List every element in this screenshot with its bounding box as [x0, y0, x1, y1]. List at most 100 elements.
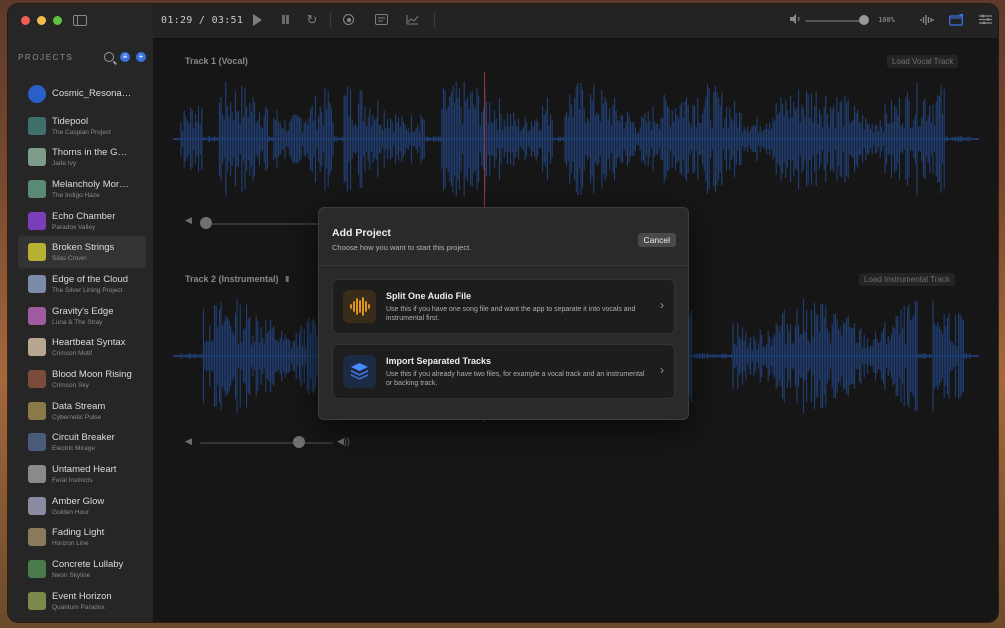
- chevron-right-icon: ›: [660, 298, 664, 312]
- project-item[interactable]: Concrete Lullaby Neon Skyline: [18, 553, 146, 585]
- project-item[interactable]: Data Stream Cybernetic Pulse: [18, 395, 146, 427]
- volume-slider-knob[interactable]: [859, 15, 869, 25]
- project-name: Circuit Breaker: [52, 432, 115, 444]
- option-description: Use this if you already have two files, …: [386, 371, 645, 387]
- project-artist: Luna & The Stray: [52, 318, 103, 326]
- app-window: PROJECTS ≡ + Cosmic_Resonan... Tidepool T…: [8, 4, 998, 622]
- project-item[interactable]: Amber Glow Golden Hour: [18, 490, 146, 522]
- project-artist: The Caspian Project: [52, 128, 111, 136]
- option-title: Split One Audio File: [386, 291, 472, 301]
- project-item[interactable]: High Tide: [18, 617, 146, 622]
- project-item[interactable]: Circuit Breaker Electric Mirage: [18, 427, 146, 459]
- project-item[interactable]: Blood Moon Rising Crimson Sky: [18, 363, 146, 395]
- folder-icon[interactable]: [949, 12, 964, 26]
- project-name: Amber Glow: [52, 495, 105, 507]
- project-artist: The Indigo Haze: [52, 191, 100, 199]
- project-thumbnail: [28, 306, 46, 325]
- project-item[interactable]: Gravity's Edge Luna & The Stray: [18, 300, 146, 332]
- sidebar-toggle-icon[interactable]: [73, 15, 87, 26]
- project-artist: Neon Skyline: [52, 572, 91, 580]
- search-icon[interactable]: [104, 52, 114, 62]
- project-name: Cosmic_Resonan...: [52, 88, 132, 100]
- project-thumbnail: [28, 338, 46, 357]
- project-list: Cosmic_Resonan... Tidepool The Caspian Pr…: [18, 78, 146, 622]
- project-thumbnail: [28, 116, 46, 135]
- settings-sliders-icon[interactable]: [979, 14, 992, 26]
- waveform-icon: [343, 290, 376, 323]
- project-artist: Crimson Motif: [52, 350, 93, 358]
- project-artist: Feral Instincts: [52, 477, 93, 485]
- project-name: Echo Chamber: [52, 210, 116, 222]
- project-name: Blood Moon Rising: [52, 369, 132, 381]
- project-artist: The Silver Lining Project: [52, 286, 123, 294]
- volume-slider[interactable]: [805, 20, 863, 22]
- chevron-right-icon: ›: [660, 363, 664, 377]
- project-name: Melancholy Morni...: [52, 178, 132, 190]
- option-description: Use this if you have one song file and w…: [386, 306, 636, 322]
- project-artist: Jade Ivy: [52, 160, 77, 168]
- project-name: Gravity's Edge: [52, 305, 114, 317]
- project-thumbnail: [28, 179, 46, 198]
- window-controls: [21, 16, 62, 25]
- stack-icon: [343, 355, 376, 388]
- project-artist: Golden Hour: [52, 508, 89, 516]
- waveform-view-icon[interactable]: [920, 14, 934, 26]
- split-audio-option[interactable]: Split One Audio File Use this if you hav…: [332, 279, 675, 334]
- lyrics-icon[interactable]: [375, 14, 388, 26]
- project-name: Event Horizon: [52, 590, 112, 602]
- project-item[interactable]: Untamed Heart Feral Instincts: [18, 458, 146, 490]
- project-artist: Paradox Valley: [52, 223, 96, 231]
- project-thumbnail: [28, 496, 46, 515]
- project-item[interactable]: Melancholy Morni... The Indigo Haze: [18, 173, 146, 205]
- play-icon[interactable]: [253, 14, 262, 26]
- project-item[interactable]: Edge of the Cloud The Silver Lining Proje…: [18, 268, 146, 300]
- project-thumbnail: [28, 274, 46, 293]
- project-item[interactable]: Heartbeat Syntax Crimson Motif: [18, 332, 146, 364]
- filter-icon[interactable]: ≡: [120, 52, 130, 62]
- project-thumbnail: [28, 148, 46, 167]
- time-display: 01:29 / 03:51: [161, 15, 244, 26]
- dialog-subtitle: Choose how you want to start this projec…: [332, 243, 472, 252]
- project-item[interactable]: Fading Light Horizon Line: [18, 522, 146, 554]
- project-thumbnail: [28, 401, 46, 420]
- project-name: Thorns in the Gar...: [52, 147, 132, 159]
- dialog-title: Add Project: [332, 227, 391, 239]
- project-name: Broken Strings: [52, 242, 115, 254]
- project-item[interactable]: Event Horizon Quantum Paradox: [18, 585, 146, 617]
- import-tracks-option[interactable]: Import Separated Tracks Use this if you …: [332, 344, 675, 399]
- chart-icon[interactable]: [406, 14, 419, 26]
- divider: [434, 12, 435, 28]
- project-item[interactable]: Tidepool The Caspian Project: [18, 110, 146, 142]
- project-artist: Silas Crown: [52, 255, 87, 263]
- speaker-icon: [789, 14, 801, 26]
- project-artist: Cybernetic Pulse: [52, 413, 102, 421]
- project-artist: Electric Mirage: [52, 445, 95, 453]
- project-thumbnail: [28, 465, 46, 484]
- project-thumbnail: [28, 528, 46, 547]
- project-thumbnail: [28, 591, 46, 610]
- project-thumbnail: [28, 243, 46, 262]
- pause-icon[interactable]: [280, 14, 292, 26]
- project-thumbnail: [28, 560, 46, 579]
- cancel-button[interactable]: Cancel: [637, 233, 676, 247]
- project-item[interactable]: Broken Strings Silas Crown: [18, 236, 146, 269]
- project-item-current[interactable]: Cosmic_Resonan...: [18, 78, 146, 110]
- restart-icon[interactable]: ↻: [306, 13, 318, 26]
- project-item[interactable]: Echo Chamber Paradox Valley: [18, 205, 146, 237]
- record-icon[interactable]: [343, 14, 354, 25]
- project-name: Data Stream: [52, 400, 106, 412]
- divider: [330, 12, 331, 28]
- transport-toolbar: 01:29 / 03:51 ↻ 100%: [153, 4, 998, 39]
- close-window-button[interactable]: [21, 16, 30, 25]
- zoom-window-button[interactable]: [53, 16, 62, 25]
- waveform-icon: [28, 84, 46, 103]
- project-name: Concrete Lullaby: [52, 559, 124, 571]
- projects-header: PROJECTS ≡ +: [18, 50, 146, 64]
- minimize-window-button[interactable]: [37, 16, 46, 25]
- project-name: Untamed Heart: [52, 464, 117, 476]
- project-item[interactable]: Thorns in the Gar... Jade Ivy: [18, 141, 146, 173]
- add-project-icon[interactable]: +: [136, 52, 146, 62]
- divider: [319, 265, 688, 266]
- volume-label: 100%: [878, 16, 895, 24]
- project-artist: Crimson Sky: [52, 382, 89, 390]
